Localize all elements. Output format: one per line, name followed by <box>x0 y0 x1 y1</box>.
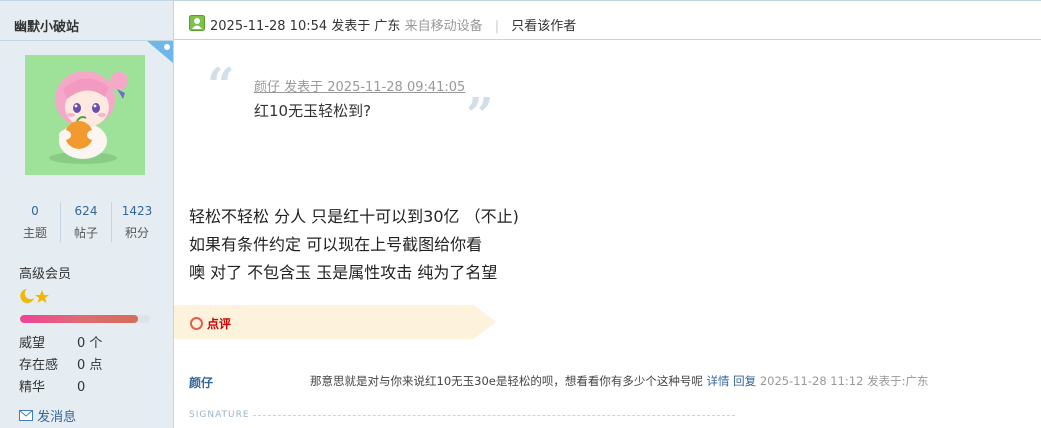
comment-author[interactable]: 颜仔 <box>189 374 213 391</box>
stat-threads[interactable]: 0 主题 <box>10 202 60 241</box>
send-message-button[interactable]: 发消息 <box>19 406 76 425</box>
stat-value: 0 <box>31 204 39 218</box>
avatar-image <box>25 55 145 175</box>
quote-text: 红10无玉轻松到? <box>254 102 372 120</box>
rank-icons <box>19 288 51 308</box>
credit-progress-fill <box>20 315 139 323</box>
comment-detail-link[interactable]: 详情 <box>707 374 730 388</box>
send-message-label: 发消息 <box>37 410 77 425</box>
signature-label: SIGNATURE <box>189 410 250 420</box>
author-sidebar: 幽默小破站 0 主题 624 帖子 1423 积分 高级会员 威望 0 个 存在… <box>0 1 174 428</box>
envelope-icon <box>19 410 33 421</box>
post-header: 2025-11-28 10:54 发表于 广东 来自移动设备 | 只看该作者 <box>174 1 1041 40</box>
comment-time: 2025-11-28 11:12 发表于:广东 <box>759 374 929 388</box>
separator: | <box>494 19 500 34</box>
post-datetime: 2025-11-28 10:54 <box>210 19 328 34</box>
author-name[interactable]: 幽默小破站 <box>14 16 79 35</box>
moon-star-icon <box>20 289 49 303</box>
circle-icon <box>190 317 203 330</box>
post-device: 来自移动设备 <box>404 19 483 34</box>
stat-label: 帖子 <box>73 226 98 240</box>
attr-presence: 存在感 0 点 <box>19 354 102 373</box>
attr-key: 威望 <box>19 336 46 351</box>
attr-digest: 精华 0 <box>19 376 85 395</box>
stat-value: 624 <box>74 204 98 218</box>
online-status-icon <box>147 41 173 63</box>
avatar[interactable] <box>25 55 145 175</box>
quote-source-link[interactable]: 颜仔 发表于 2025-11-28 09:41:05 <box>254 76 465 95</box>
comment-section-title: 点评 <box>190 315 231 332</box>
signature-divider <box>253 415 735 416</box>
attr-prestige: 威望 0 个 <box>19 332 102 351</box>
message-line: 噢 对了 不包含玉 玉是属性攻击 纯为了名望 <box>189 263 498 282</box>
comment-title-text: 点评 <box>207 317 232 331</box>
only-author-link[interactable]: 只看该作者 <box>511 19 576 34</box>
comment-row: 那意思就是对与你来说红10无玉30e是轻松的呗，想看看你有多少个这种号呢 详情 … <box>310 373 928 389</box>
attr-value: 0 点 <box>77 358 103 373</box>
message-line: 如果有条件约定 可以现在上号截图给你看 <box>189 235 483 254</box>
user-stats: 0 主题 624 帖子 1423 积分 <box>10 202 160 242</box>
user-group[interactable]: 高级会员 <box>19 263 71 282</box>
comment-reply-link[interactable]: 回复 <box>733 374 756 388</box>
attr-key: 存在感 <box>19 358 59 373</box>
stat-value: 1423 <box>121 204 153 218</box>
post-location: 发表于 广东 <box>331 19 401 34</box>
stat-label: 主题 <box>22 226 47 240</box>
user-online-icon <box>189 15 205 31</box>
message-line: 轻松不轻松 分人 只是红十可以到30亿 （不止) <box>189 207 519 226</box>
post-meta: 2025-11-28 10:54 发表于 广东 来自移动设备 | 只看该作者 <box>210 15 576 34</box>
attr-key: 精华 <box>19 380 46 395</box>
comment-text: 那意思就是对与你来说红10无玉30e是轻松的呗，想看看你有多少个这种号呢 <box>310 374 703 388</box>
stat-posts[interactable]: 624 帖子 <box>61 202 111 241</box>
close-quote-icon: ” <box>466 88 494 144</box>
credit-progress-bar <box>20 315 150 323</box>
open-quote-icon: “ <box>207 58 235 114</box>
stat-credits[interactable]: 1423 积分 <box>112 202 162 241</box>
attr-value: 0 个 <box>77 336 103 351</box>
attr-value: 0 <box>77 380 86 395</box>
stat-label: 积分 <box>124 226 149 240</box>
